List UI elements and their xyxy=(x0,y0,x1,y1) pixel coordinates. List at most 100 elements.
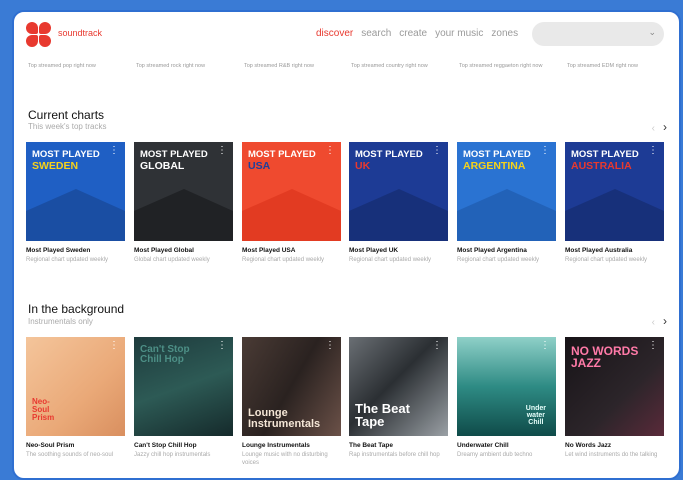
cover-text: Can't Stop Chill Hop xyxy=(140,344,190,365)
zone-selector[interactable]: ⌄ xyxy=(532,22,664,46)
more-options-icon[interactable]: ⋮ xyxy=(648,341,658,351)
chart-cover[interactable]: MOST PLAYED GLOBAL ⋮ xyxy=(134,142,233,241)
section-title-background: In the background xyxy=(28,302,125,316)
chevron-right-icon[interactable]: › xyxy=(663,120,667,134)
cover-text: Neo- Soul Prism xyxy=(32,397,55,422)
soundtrack-logo-icon[interactable] xyxy=(26,22,52,48)
playlist-card[interactable]: Under water Chill ⋮ Underwater Chill Dre… xyxy=(457,337,556,459)
nav-zones[interactable]: zones xyxy=(491,28,518,39)
nav-create[interactable]: create xyxy=(399,28,427,39)
card-title[interactable]: Most Played Argentina xyxy=(457,247,556,254)
more-options-icon[interactable]: ⋮ xyxy=(217,341,227,351)
charts-carousel-arrows: ‹ › xyxy=(652,120,667,134)
cover-text: The Beat Tape xyxy=(355,401,410,429)
card-title[interactable]: Underwater Chill xyxy=(457,442,556,449)
chart-card[interactable]: MOST PLAYED UK ⋮ Most Played UK Regional… xyxy=(349,142,448,264)
cover-text: NO WORDS JAZZ xyxy=(571,344,639,370)
genre-caption[interactable]: Top streamed EDM right now xyxy=(567,62,669,70)
mountain-shape xyxy=(457,189,556,241)
chart-cover[interactable]: MOST PLAYED SWEDEN ⋮ xyxy=(26,142,125,241)
more-options-icon[interactable]: ⋮ xyxy=(432,146,442,156)
mountain-shape xyxy=(134,189,233,241)
card-description: The soothing sounds of neo-soul xyxy=(26,452,114,458)
cover-country: ARGENTINA xyxy=(463,160,526,172)
card-title[interactable]: The Beat Tape xyxy=(349,442,448,449)
card-title[interactable]: Lounge Instrumentals xyxy=(242,442,341,449)
mountain-shape xyxy=(242,189,341,241)
card-description: Regional chart updated weekly xyxy=(565,257,648,263)
card-title[interactable]: Most Played USA xyxy=(242,247,341,254)
more-options-icon[interactable]: ⋮ xyxy=(648,146,658,156)
section-subtitle-background: Instrumentals only xyxy=(28,317,93,326)
chart-cover[interactable]: MOST PLAYED AUSTRALIA ⋮ xyxy=(565,142,664,241)
nav-search[interactable]: search xyxy=(361,28,391,39)
chart-cover[interactable]: MOST PLAYED ARGENTINA ⋮ xyxy=(457,142,556,241)
chevron-left-icon[interactable]: ‹ xyxy=(652,123,655,134)
more-options-icon[interactable]: ⋮ xyxy=(109,146,119,156)
playlist-cover[interactable]: NO WORDS JAZZ ⋮ xyxy=(565,337,664,436)
nav-discover[interactable]: discover xyxy=(316,28,353,39)
playlist-card[interactable]: Can't Stop Chill Hop ⋮ Can't Stop Chill … xyxy=(134,337,233,459)
cover-label: MOST PLAYED xyxy=(32,149,100,160)
card-title[interactable]: No Words Jazz xyxy=(565,442,664,449)
card-description: Regional chart updated weekly xyxy=(26,257,109,263)
playlist-card[interactable]: NO WORDS JAZZ ⋮ No Words Jazz Let wind i… xyxy=(565,337,664,459)
genre-caption[interactable]: Top streamed rock right now xyxy=(136,62,238,70)
chart-card[interactable]: MOST PLAYED AUSTRALIA ⋮ Most Played Aust… xyxy=(565,142,664,264)
more-options-icon[interactable]: ⋮ xyxy=(540,341,550,351)
cover-text: Under water Chill xyxy=(525,405,546,426)
more-options-icon[interactable]: ⋮ xyxy=(325,341,335,351)
mountain-shape xyxy=(349,189,448,241)
chart-cover[interactable]: MOST PLAYED USA ⋮ xyxy=(242,142,341,241)
playlist-card[interactable]: The Beat Tape ⋮ The Beat Tape Rap instru… xyxy=(349,337,448,459)
card-title[interactable]: Neo-Soul Prism xyxy=(26,442,125,449)
chevron-left-icon[interactable]: ‹ xyxy=(652,317,655,328)
more-options-icon[interactable]: ⋮ xyxy=(217,146,227,156)
playlist-cover[interactable]: Lounge Instrumentals ⋮ xyxy=(242,337,341,436)
card-description: Regional chart updated weekly xyxy=(349,257,432,263)
playlist-card[interactable]: Lounge Instrumentals ⋮ Lounge Instrument… xyxy=(242,337,341,467)
cover-country: USA xyxy=(248,160,271,172)
section-subtitle-charts: This week's top tracks xyxy=(28,122,107,131)
playlist-card[interactable]: Neo- Soul Prism ⋮ Neo-Soul Prism The soo… xyxy=(26,337,125,459)
card-description: Dreamy ambient dub techno xyxy=(457,452,533,458)
card-description: Global chart updated weekly xyxy=(134,257,210,263)
genre-caption[interactable]: Top streamed reggaeton right now xyxy=(459,62,561,70)
playlist-cover[interactable]: Under water Chill ⋮ xyxy=(457,337,556,436)
chart-card[interactable]: MOST PLAYED USA ⋮ Most Played USA Region… xyxy=(242,142,341,264)
card-description: Jazzy chill hop instrumentals xyxy=(134,452,211,458)
genre-row: Top streamed pop right now Top streamed … xyxy=(28,62,668,88)
card-title[interactable]: Most Played Global xyxy=(134,247,233,254)
genre-caption[interactable]: Top streamed country right now xyxy=(351,62,453,70)
playlist-cover[interactable]: Neo- Soul Prism ⋮ xyxy=(26,337,125,436)
chart-card[interactable]: MOST PLAYED GLOBAL ⋮ Most Played Global … xyxy=(134,142,233,264)
more-options-icon[interactable]: ⋮ xyxy=(540,146,550,156)
cover-text: Lounge Instrumentals xyxy=(248,407,321,430)
card-title[interactable]: Most Played Sweden xyxy=(26,247,125,254)
card-title[interactable]: Can't Stop Chill Hop xyxy=(134,442,233,449)
chevron-down-icon: ⌄ xyxy=(648,27,656,37)
card-title[interactable]: Most Played UK xyxy=(349,247,448,254)
card-description: Rap instrumentals before chill hop xyxy=(349,452,440,458)
mountain-shape xyxy=(565,189,664,241)
cover-label: MOST PLAYED xyxy=(140,149,208,160)
playlist-cover[interactable]: The Beat Tape ⋮ xyxy=(349,337,448,436)
more-options-icon[interactable]: ⋮ xyxy=(109,341,119,351)
genre-caption[interactable]: Top streamed pop right now xyxy=(28,62,130,70)
cover-label: MOST PLAYED xyxy=(248,149,316,160)
top-bar: soundtrack discover search create your m… xyxy=(14,12,679,58)
section-title-charts: Current charts xyxy=(28,108,105,122)
more-options-icon[interactable]: ⋮ xyxy=(325,146,335,156)
nav-your-music[interactable]: your music xyxy=(435,28,483,39)
cover-country: GLOBAL xyxy=(140,160,185,172)
cover-label: MOST PLAYED xyxy=(463,149,531,160)
more-options-icon[interactable]: ⋮ xyxy=(432,341,442,351)
chart-card[interactable]: MOST PLAYED SWEDEN ⋮ Most Played Sweden … xyxy=(26,142,125,264)
cover-country: UK xyxy=(355,160,371,172)
card-title[interactable]: Most Played Australia xyxy=(565,247,664,254)
chart-card[interactable]: MOST PLAYED ARGENTINA ⋮ Most Played Arge… xyxy=(457,142,556,264)
genre-caption[interactable]: Top streamed R&B right now xyxy=(244,62,346,70)
chevron-right-icon[interactable]: › xyxy=(663,314,667,328)
chart-cover[interactable]: MOST PLAYED UK ⋮ xyxy=(349,142,448,241)
playlist-cover[interactable]: Can't Stop Chill Hop ⋮ xyxy=(134,337,233,436)
